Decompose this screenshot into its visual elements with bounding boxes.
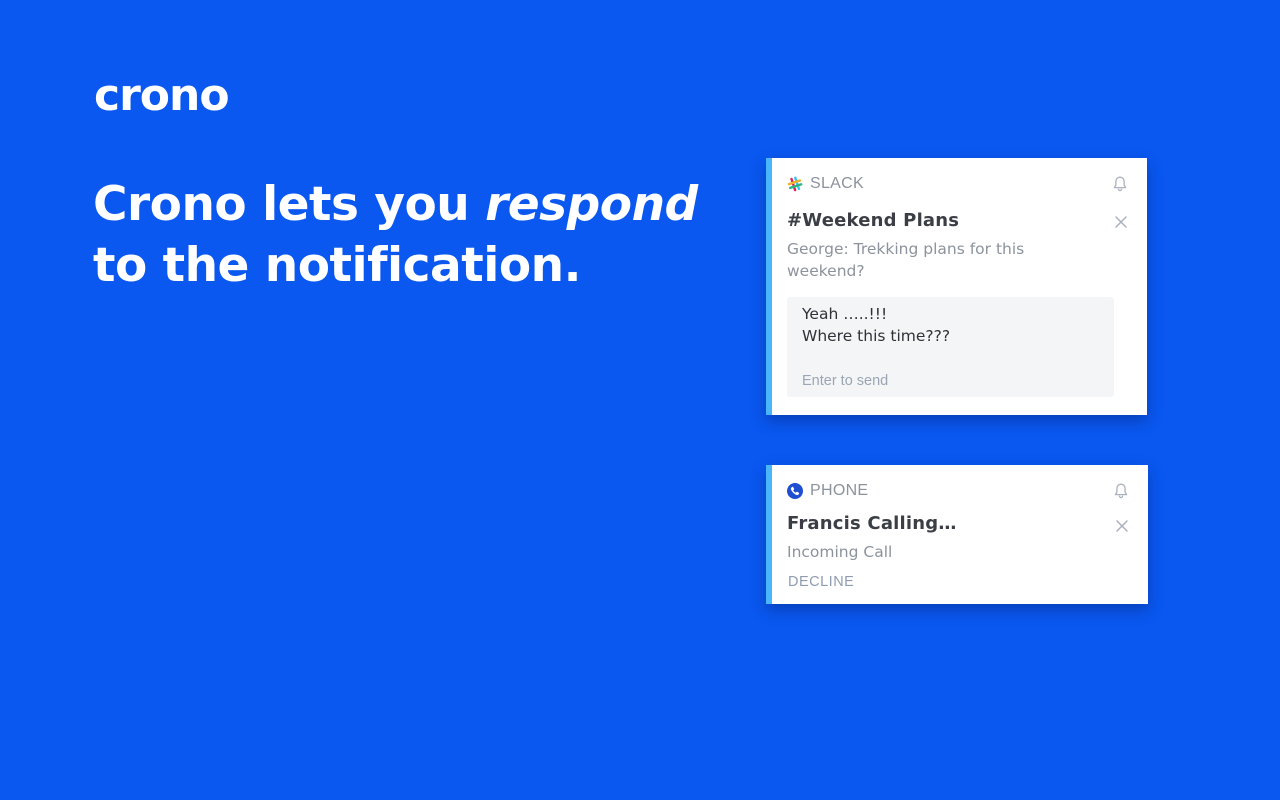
notification-app-header: PHONE <box>787 481 868 501</box>
phone-icon <box>787 483 803 499</box>
headline-text-start: Crono lets you <box>93 177 486 232</box>
headline-text-end: to the notification. <box>93 238 581 293</box>
headline-emphasis: respond <box>485 177 698 232</box>
reply-input[interactable]: Yeah …..!!! Where this time??? Enter to … <box>787 297 1114 397</box>
notification-message: George: Trekking plans for this weekend? <box>787 240 1025 280</box>
slack-icon <box>787 176 803 192</box>
bell-icon[interactable] <box>1113 482 1129 500</box>
notification-app-header: SLACK <box>787 174 864 194</box>
notification-title: #Weekend Plans <box>787 210 960 231</box>
notification-title: Francis Calling… <box>787 513 957 534</box>
notification-message: Incoming Call <box>787 543 893 561</box>
notification-app-name: SLACK <box>810 175 864 192</box>
card-accent-bar <box>766 465 772 604</box>
reply-input-value: Yeah …..!!! Where this time??? <box>802 305 951 345</box>
notification-app-name: PHONE <box>810 482 869 499</box>
close-icon[interactable] <box>1114 518 1130 534</box>
page-headline: Crono lets you respond to the notificati… <box>93 174 733 296</box>
phone-notification-card[interactable]: PHONE Francis Calling… Incoming Call DEC… <box>766 465 1148 604</box>
card-accent-bar <box>766 158 772 415</box>
bell-icon[interactable] <box>1112 175 1128 193</box>
slack-notification-card[interactable]: SLACK #Weekend Plans George: Trekking pl… <box>766 158 1147 415</box>
close-icon[interactable] <box>1113 214 1129 230</box>
crono-logo: crono <box>94 70 230 121</box>
decline-button[interactable]: DECLINE <box>788 574 854 590</box>
reply-input-hint: Enter to send <box>802 373 889 389</box>
